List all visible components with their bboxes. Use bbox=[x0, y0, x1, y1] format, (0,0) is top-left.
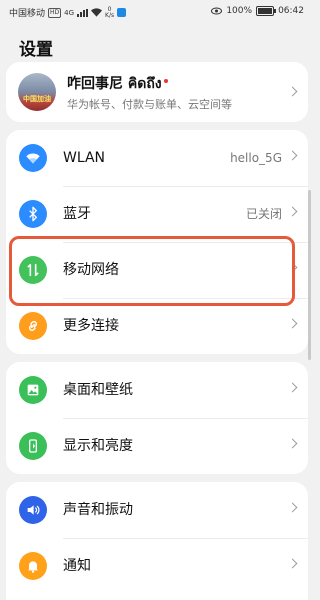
more-connections-label: 更多连接 bbox=[63, 318, 119, 334]
settings-item-notifications[interactable]: 通知 bbox=[6, 538, 308, 594]
wlan-value: hello_5G bbox=[230, 151, 282, 165]
chevron-right-icon bbox=[287, 382, 298, 393]
network-type: 4G bbox=[64, 8, 75, 17]
eye-comfort-icon bbox=[211, 7, 223, 15]
account-name: 咋回事尼 คิดถึง bbox=[67, 73, 168, 95]
chevron-right-icon bbox=[287, 86, 298, 97]
chevron-right-icon bbox=[287, 318, 298, 329]
network-speed: 0 K/s bbox=[105, 5, 115, 19]
scrollbar[interactable] bbox=[308, 190, 311, 360]
wlan-label: WLAN bbox=[63, 150, 106, 166]
highlight-annotation bbox=[9, 236, 295, 306]
avatar-text: 中国加油 bbox=[23, 95, 51, 103]
home-wallpaper-label: 桌面和壁纸 bbox=[63, 382, 133, 398]
chevron-right-icon bbox=[287, 150, 298, 161]
bluetooth-label: 蓝牙 bbox=[63, 206, 91, 222]
bell-icon bbox=[19, 552, 47, 580]
display-icon bbox=[19, 432, 47, 460]
sound-icon bbox=[19, 496, 47, 524]
settings-item-display-brightness[interactable]: 显示和亮度 bbox=[6, 418, 308, 474]
chevron-right-icon bbox=[287, 558, 298, 569]
carrier-label: 中国移动 bbox=[9, 9, 46, 19]
settings-item-more-connections[interactable]: 更多连接 bbox=[6, 298, 308, 354]
display-brightness-label: 显示和亮度 bbox=[63, 438, 133, 454]
wifi-status-icon bbox=[91, 8, 103, 17]
notifications-label: 通知 bbox=[63, 558, 91, 574]
hd-badge: HD bbox=[48, 7, 62, 18]
settings-item-bluetooth[interactable]: 蓝牙 已关闭 bbox=[6, 186, 308, 242]
nfc-icon bbox=[117, 8, 127, 17]
battery-icon bbox=[256, 6, 277, 16]
status-left: 中国移动 HD 4G 0 K/s bbox=[9, 5, 127, 19]
display-group: 桌面和壁纸 显示和亮度 bbox=[6, 362, 308, 474]
bluetooth-value: 已关闭 bbox=[245, 207, 282, 221]
sound-group: 声音和振动 通知 bbox=[6, 482, 308, 600]
link-icon bbox=[19, 312, 47, 340]
settings-item-wlan[interactable]: WLAN hello_5G bbox=[6, 130, 308, 186]
page-title: 设置 bbox=[19, 40, 53, 60]
wifi-icon bbox=[19, 144, 47, 172]
notification-dot bbox=[163, 79, 168, 83]
status-right: 100% 06:42 bbox=[211, 6, 304, 16]
battery-percent: 100% bbox=[226, 6, 253, 16]
account-subtitle: 华为帐号、付款与账单、云空间等 bbox=[67, 98, 232, 111]
chevron-right-icon bbox=[287, 502, 298, 513]
avatar[interactable]: 中国加油 bbox=[18, 73, 56, 111]
chevron-right-icon bbox=[287, 438, 298, 449]
bluetooth-icon bbox=[19, 200, 47, 228]
settings-item-sound-vibration[interactable]: 声音和振动 bbox=[6, 482, 308, 538]
clock: 06:42 bbox=[278, 6, 304, 16]
settings-item-home-wallpaper[interactable]: 桌面和壁纸 bbox=[6, 362, 308, 418]
chevron-right-icon bbox=[287, 206, 298, 217]
sound-vibration-label: 声音和振动 bbox=[63, 502, 133, 518]
status-bar: 中国移动 HD 4G 0 K/s 100% 06:42 bbox=[0, 0, 314, 24]
signal-icon bbox=[77, 8, 89, 17]
wallpaper-icon bbox=[19, 376, 47, 404]
account-card[interactable]: 中国加油 咋回事尼 คิดถึง 华为帐号、付款与账单、云空间等 bbox=[6, 62, 308, 122]
